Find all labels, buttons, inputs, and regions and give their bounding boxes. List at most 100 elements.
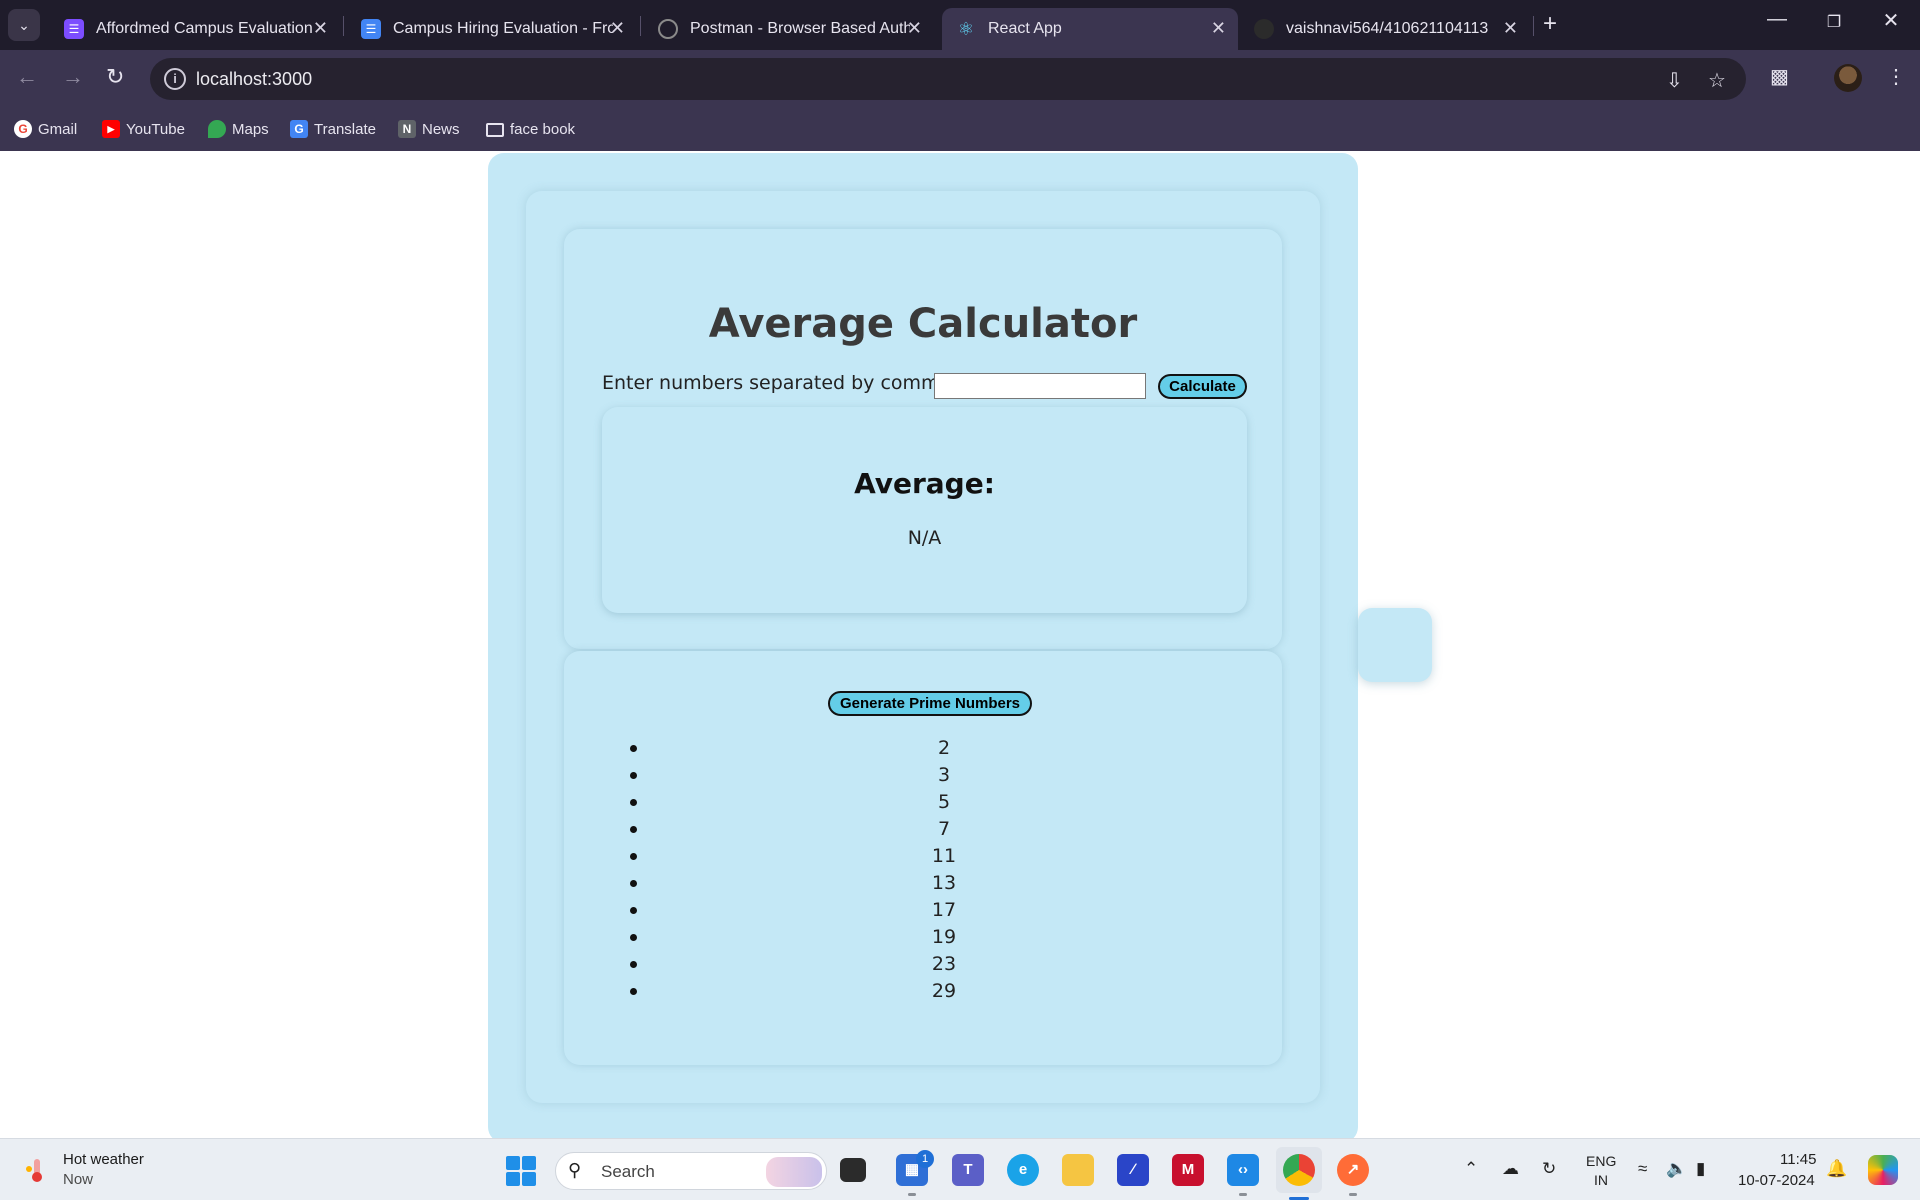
url-text[interactable]: localhost:3000 (196, 69, 312, 90)
bookmark-youtube[interactable]: ▶ YouTube (102, 117, 185, 141)
copilot-icon[interactable] (1868, 1155, 1898, 1185)
tab-postman[interactable]: Postman - Browser Based Auth ✕ (644, 8, 934, 50)
tab-separator (1533, 16, 1534, 36)
reload-icon[interactable]: ↻ (106, 64, 124, 90)
list-item: 2 (564, 735, 1282, 762)
teams-icon[interactable]: T (952, 1154, 984, 1186)
vscode-icon[interactable]: ‹› (1227, 1154, 1259, 1196)
close-icon[interactable]: ✕ (1503, 18, 1518, 39)
forward-icon[interactable]: → (62, 64, 84, 90)
windows-start-icon[interactable] (506, 1156, 536, 1186)
list-item: 11 (564, 843, 1282, 870)
average-value: N/A (907, 527, 942, 549)
search-icon: ⚲ (568, 1160, 582, 1180)
volume-icon[interactable]: 🔈 (1666, 1159, 1687, 1179)
list-item: 29 (564, 978, 1282, 1005)
numbers-input-label: Enter numbers separated by commas: (602, 372, 968, 394)
chrome-icon[interactable] (1283, 1154, 1315, 1186)
chevron-up-icon[interactable]: ⌃ (1464, 1159, 1478, 1179)
tab-title: Postman - Browser Based Auth (690, 20, 910, 37)
battery-icon[interactable]: ▮ (1696, 1159, 1705, 1179)
prime-value: 2 (937, 737, 951, 759)
address-bar[interactable]: i localhost:3000 ⇩ ☆ (150, 58, 1746, 100)
close-icon[interactable]: ✕ (907, 18, 922, 39)
bullet-icon (630, 826, 637, 833)
postman-icon[interactable]: ↗ (1337, 1154, 1369, 1196)
tab-affordmed[interactable]: ☰ Affordmed Campus Evaluation | ✕ (50, 8, 340, 50)
tab-github[interactable]: vaishnavi564/410621104113 ✕ (1240, 8, 1530, 50)
profile-avatar[interactable] (1834, 64, 1862, 92)
bookmark-maps[interactable]: Maps (208, 117, 269, 141)
close-icon[interactable]: ✕ (610, 18, 625, 39)
restore-icon[interactable]: ❐ (1814, 12, 1854, 32)
mcafee-icon[interactable]: M (1172, 1154, 1204, 1186)
bookmark-label: Translate (314, 120, 376, 138)
close-icon[interactable]: ✕ (1211, 18, 1226, 39)
wifi-icon[interactable]: ≈ (1638, 1159, 1647, 1179)
clock-time[interactable]: 11:45 (1780, 1151, 1816, 1168)
edge-icon[interactable]: e (1007, 1154, 1039, 1186)
back-icon[interactable]: ← (16, 64, 38, 90)
extensions-icon[interactable]: ▩ (1770, 64, 1789, 89)
bookmark-label: News (422, 120, 460, 138)
window-close-icon[interactable]: ✕ (1871, 8, 1911, 33)
list-item: 13 (564, 870, 1282, 897)
prime-value: 29 (931, 980, 957, 1002)
bookmark-translate[interactable]: G Translate (290, 117, 376, 141)
page-title: Average Calculator (708, 301, 1138, 347)
pen-app-icon[interactable]: ∕ (1117, 1154, 1149, 1186)
prime-value: 3 (937, 764, 951, 786)
bookmark-gmail[interactable]: G Gmail (14, 117, 77, 141)
tab-campus-hiring[interactable]: ☰ Campus Hiring Evaluation - Fro ✕ (347, 8, 637, 50)
tab-strip: ⌄ ☰ Affordmed Campus Evaluation | ✕ ☰ Ca… (0, 0, 1920, 50)
install-app-icon[interactable]: ⇩ (1666, 68, 1683, 93)
tab-search-button[interactable]: ⌄ (8, 9, 40, 41)
calculate-button[interactable]: Calculate (1158, 374, 1247, 399)
minimize-icon[interactable]: — (1757, 8, 1797, 31)
list-item: 19 (564, 924, 1282, 951)
site-info-icon[interactable]: i (164, 68, 186, 90)
bookmark-star-icon[interactable]: ☆ (1708, 68, 1726, 93)
bullet-icon (630, 988, 637, 995)
forms-icon: ☰ (64, 19, 84, 39)
weather-subtitle: Now (63, 1171, 94, 1188)
generate-primes-button[interactable]: Generate Prime Numbers (828, 691, 1032, 716)
bullet-icon (630, 907, 637, 914)
bullet-icon (630, 853, 637, 860)
task-view-icon[interactable] (840, 1158, 866, 1182)
app-inner-container: Average Calculator Enter numbers separat… (526, 191, 1320, 1103)
bullet-icon (630, 772, 637, 779)
prime-value: 11 (931, 845, 957, 867)
notification-bell-icon[interactable]: 🔔 (1826, 1159, 1847, 1179)
close-icon[interactable]: ✕ (313, 18, 328, 39)
tab-title: Campus Hiring Evaluation - Fro (393, 20, 613, 37)
clock-date[interactable]: 10-07-2024 (1738, 1172, 1815, 1189)
bookmark-label: Gmail (38, 120, 78, 138)
list-item: 17 (564, 897, 1282, 924)
numbers-input[interactable] (934, 373, 1146, 399)
globe-icon (658, 19, 678, 39)
refresh-sync-icon[interactable]: ↻ (1542, 1159, 1556, 1179)
cloud-sync-icon[interactable]: ☁ (1502, 1159, 1519, 1179)
new-tab-button[interactable]: + (1543, 10, 1557, 38)
bookmark-news[interactable]: N News (398, 117, 460, 141)
region-code[interactable]: IN (1594, 1172, 1608, 1188)
bookmark-folder-facebook[interactable]: face book (486, 117, 575, 141)
taskbar-search[interactable]: ⚲ Search (555, 1152, 827, 1190)
list-item: 23 (564, 951, 1282, 978)
tab-react-app[interactable]: ⚛ React App ✕ (942, 8, 1238, 50)
tab-title: React App (988, 20, 1062, 37)
folder-icon (486, 123, 504, 137)
average-calculator-card: Average Calculator Enter numbers separat… (564, 229, 1282, 649)
tab-separator (640, 16, 641, 36)
bookmark-label: YouTube (126, 120, 185, 138)
file-explorer-icon[interactable] (1062, 1154, 1094, 1186)
weather-title[interactable]: Hot weather (63, 1151, 144, 1168)
bullet-icon (630, 934, 637, 941)
taskbar: Hot weather Now ⚲ Search ▦ 1 T e ∕ M ‹› … (0, 1138, 1920, 1200)
bookmark-label: Maps (232, 120, 269, 138)
store-badge: 1 (916, 1150, 934, 1168)
language-code[interactable]: ENG (1586, 1153, 1616, 1169)
menu-icon[interactable]: ⋮ (1886, 64, 1906, 89)
search-highlight-art (766, 1157, 822, 1187)
